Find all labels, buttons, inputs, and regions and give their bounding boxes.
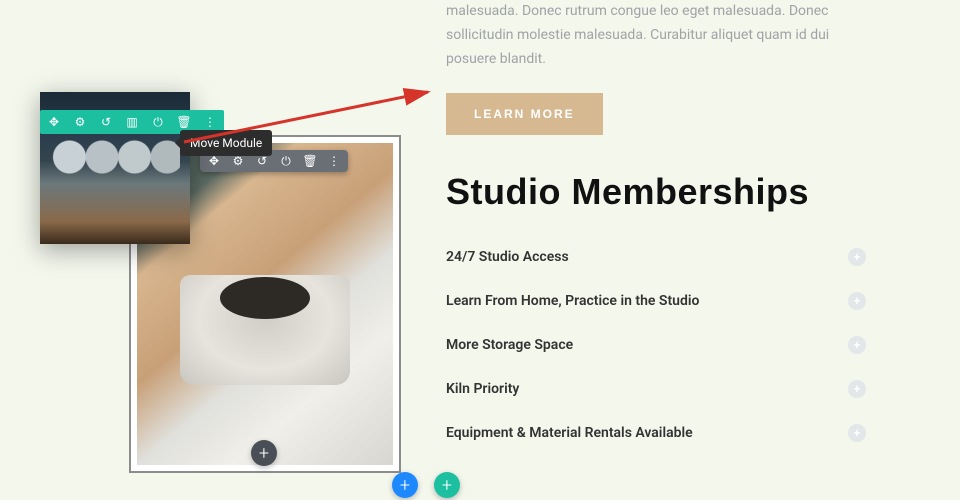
gear-icon[interactable]: ⚙ <box>72 114 88 130</box>
power-icon[interactable]: ⏻ <box>278 153 294 169</box>
duplicate-icon[interactable]: ↺ <box>98 114 114 130</box>
columns-icon[interactable]: ▥ <box>124 114 140 130</box>
accordion-label: 24/7 Studio Access <box>446 249 569 265</box>
add-row-button[interactable]: + <box>392 472 418 498</box>
intro-paragraph: malesuada. Donec rutrum congue leo eget … <box>446 0 866 71</box>
accordion-label: Learn From Home, Practice in the Studio <box>446 293 699 309</box>
accordion-label: More Storage Space <box>446 337 573 353</box>
accordion-item[interactable]: Kiln Priority + <box>446 367 866 411</box>
expand-icon[interactable]: + <box>848 424 866 442</box>
power-icon[interactable]: ⏻ <box>150 114 166 130</box>
more-icon[interactable]: ⋮ <box>202 114 218 130</box>
accordion-item[interactable]: Learn From Home, Practice in the Studio … <box>446 279 866 323</box>
trash-icon[interactable]: 🗑 <box>302 153 318 169</box>
add-module-button[interactable]: + <box>251 440 277 466</box>
add-section-button[interactable]: + <box>434 472 460 498</box>
accordion-item[interactable]: Equipment & Material Rentals Available + <box>446 411 866 455</box>
expand-icon[interactable]: + <box>848 248 866 266</box>
more-icon[interactable]: ⋮ <box>326 153 342 169</box>
accordion-label: Equipment & Material Rentals Available <box>446 425 693 441</box>
expand-icon[interactable]: + <box>848 336 866 354</box>
accordion-item[interactable]: 24/7 Studio Access + <box>446 235 866 279</box>
learn-more-button[interactable]: LEARN MORE <box>446 93 603 135</box>
move-icon[interactable]: ✥ <box>46 114 62 130</box>
accordion-item[interactable]: More Storage Space + <box>446 323 866 367</box>
move-module-tooltip: Move Module <box>180 130 272 156</box>
expand-icon[interactable]: + <box>848 292 866 310</box>
expand-icon[interactable]: + <box>848 380 866 398</box>
accordion-label: Kiln Priority <box>446 381 519 397</box>
memberships-heading: Studio Memberships <box>446 171 866 213</box>
trash-icon[interactable]: 🗑 <box>176 114 192 130</box>
content-column: malesuada. Donec rutrum congue leo eget … <box>446 0 866 455</box>
page-canvas: malesuada. Donec rutrum congue leo eget … <box>0 0 960 500</box>
